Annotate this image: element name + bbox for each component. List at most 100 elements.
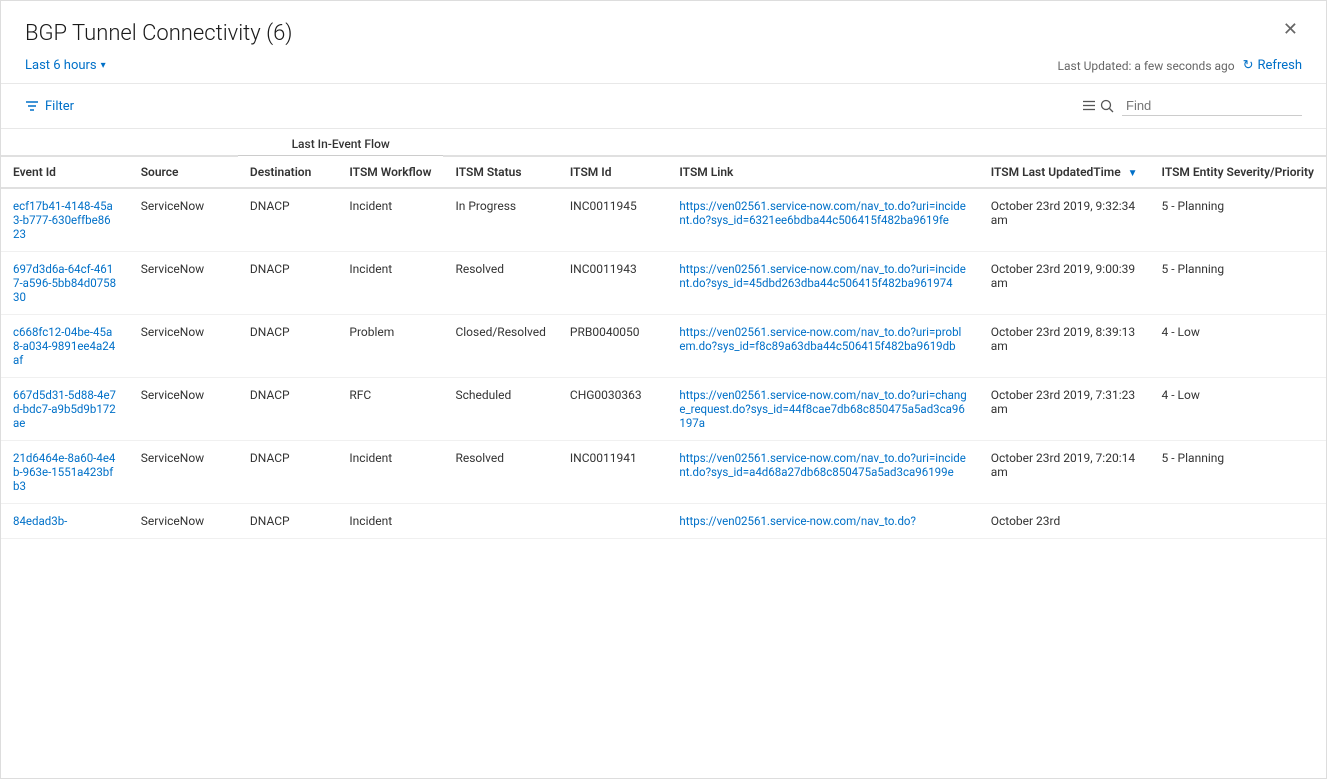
cell-itsm_id — [558, 503, 667, 538]
cell-event_id[interactable]: c668fc12-04be-45a8-a034-9891ee4a24af — [1, 314, 129, 377]
cell-itsm_last_updated: October 23rd — [979, 503, 1150, 538]
cell-itsm_workflow: Incident — [337, 503, 443, 538]
cell-itsm_link[interactable]: https://ven02561.service-now.com/nav_to.… — [667, 377, 978, 440]
cell-destination: DNACP — [238, 314, 337, 377]
last-updated-section: Last Updated: a few seconds ago ↻ Refres… — [1058, 58, 1302, 73]
cell-event_id[interactable]: 84edad3b- — [1, 503, 129, 538]
cell-itsm_last_updated: October 23rd 2019, 7:31:23 am — [979, 377, 1150, 440]
cell-itsm_status: Resolved — [443, 251, 557, 314]
cell-itsm_entity: 5 - Planning — [1150, 251, 1326, 314]
cell-itsm_status — [443, 503, 557, 538]
cell-itsm_id: INC0011943 — [558, 251, 667, 314]
cell-source: ServiceNow — [129, 251, 238, 314]
cell-itsm_workflow: Incident — [337, 251, 443, 314]
filter-label: Filter — [45, 99, 74, 114]
close-button[interactable]: ✕ — [1279, 17, 1302, 43]
cell-itsm_entity: 4 - Low — [1150, 314, 1326, 377]
cell-source: ServiceNow — [129, 377, 238, 440]
table-row: c668fc12-04be-45a8-a034-9891ee4a24afServ… — [1, 314, 1326, 377]
cell-source: ServiceNow — [129, 503, 238, 538]
cell-event_id[interactable]: 21d6464e-8a60-4e4b-963e-1551a423bfb3 — [1, 440, 129, 503]
table-row: 84edad3b-ServiceNowDNACPIncident https://… — [1, 503, 1326, 538]
cell-itsm_last_updated: October 23rd 2019, 9:32:34 am — [979, 188, 1150, 252]
refresh-button[interactable]: ↻ Refresh — [1243, 58, 1302, 73]
cell-itsm_status: Closed/Resolved — [443, 314, 557, 377]
search-input[interactable] — [1122, 96, 1302, 116]
cell-itsm_link[interactable]: https://ven02561.service-now.com/nav_to.… — [667, 440, 978, 503]
filter-icon — [25, 99, 39, 113]
cell-destination: DNACP — [238, 188, 337, 252]
cell-itsm_id: INC0011941 — [558, 440, 667, 503]
cell-itsm_link[interactable]: https://ven02561.service-now.com/nav_to.… — [667, 314, 978, 377]
cell-itsm_link[interactable]: https://ven02561.service-now.com/nav_to.… — [667, 188, 978, 252]
cell-itsm_entity: 4 - Low — [1150, 377, 1326, 440]
cell-itsm_workflow: RFC — [337, 377, 443, 440]
cell-itsm_workflow: Problem — [337, 314, 443, 377]
cell-destination: DNACP — [238, 251, 337, 314]
table-row: ecf17b41-4148-45a3-b777-630effbe8623Serv… — [1, 188, 1326, 252]
cell-itsm_last_updated: October 23rd 2019, 7:20:14 am — [979, 440, 1150, 503]
th-source: Source — [129, 156, 238, 188]
modal-title-row: BGP Tunnel Connectivity (6) ✕ — [25, 21, 1302, 46]
cell-destination: DNACP — [238, 440, 337, 503]
cell-itsm_status: In Progress — [443, 188, 557, 252]
cell-source: ServiceNow — [129, 440, 238, 503]
th-itsm-link: ITSM Link — [667, 156, 978, 188]
cell-itsm_last_updated: October 23rd 2019, 9:00:39 am — [979, 251, 1150, 314]
cell-itsm_entity — [1150, 503, 1326, 538]
cell-itsm_link[interactable]: https://ven02561.service-now.com/nav_to.… — [667, 251, 978, 314]
modal-header: BGP Tunnel Connectivity (6) ✕ Last 6 hou… — [1, 1, 1326, 84]
cell-itsm_link[interactable]: https://ven02561.service-now.com/nav_to.… — [667, 503, 978, 538]
column-headers-row: Event Id Source Destination ITSM Workflo… — [1, 156, 1326, 188]
menu-icon — [1082, 99, 1096, 113]
search-area — [1082, 96, 1302, 116]
cell-source: ServiceNow — [129, 314, 238, 377]
sort-desc-icon: ▼ — [1128, 168, 1138, 179]
th-itsm-entity: ITSM Entity Severity/Priority — [1150, 156, 1326, 188]
toolbar: Filter — [1, 84, 1326, 129]
last-updated-text: Last Updated: a few seconds ago — [1058, 59, 1235, 73]
th-destination: Destination — [238, 156, 337, 188]
th-itsm-workflow: ITSM Workflow — [337, 156, 443, 188]
time-filter-button[interactable]: Last 6 hours ▾ — [25, 58, 106, 73]
cell-itsm_id: PRB0040050 — [558, 314, 667, 377]
cell-destination: DNACP — [238, 377, 337, 440]
chevron-down-icon: ▾ — [101, 60, 106, 71]
refresh-label: Refresh — [1258, 58, 1302, 73]
cell-itsm_id: INC0011945 — [558, 188, 667, 252]
subheader-row: Last 6 hours ▾ Last Updated: a few secon… — [25, 58, 1302, 83]
cell-event_id[interactable]: ecf17b41-4148-45a3-b777-630effbe8623 — [1, 188, 129, 252]
table-row: 697d3d6a-64cf-4617-a596-5bb84d075830Serv… — [1, 251, 1326, 314]
refresh-icon: ↻ — [1243, 58, 1254, 73]
time-filter-label: Last 6 hours — [25, 58, 97, 73]
empty-group-header-right — [443, 129, 1326, 156]
cell-itsm_status: Resolved — [443, 440, 557, 503]
cell-itsm_entity: 5 - Planning — [1150, 440, 1326, 503]
cell-source: ServiceNow — [129, 188, 238, 252]
group-header-row: Last In-Event Flow — [1, 129, 1326, 156]
cell-event_id[interactable]: 667d5d31-5d88-4e7d-bdc7-a9b5d9b172ae — [1, 377, 129, 440]
cell-event_id[interactable]: 697d3d6a-64cf-4617-a596-5bb84d075830 — [1, 251, 129, 314]
cell-itsm_status: Scheduled — [443, 377, 557, 440]
search-icon — [1100, 99, 1114, 113]
cell-itsm_last_updated: October 23rd 2019, 8:39:13 am — [979, 314, 1150, 377]
cell-itsm_entity: 5 - Planning — [1150, 188, 1326, 252]
table-row: 667d5d31-5d88-4e7d-bdc7-a9b5d9b172aeServ… — [1, 377, 1326, 440]
cell-itsm_id: CHG0030363 — [558, 377, 667, 440]
cell-itsm_workflow: Incident — [337, 440, 443, 503]
modal-container: BGP Tunnel Connectivity (6) ✕ Last 6 hou… — [0, 0, 1327, 779]
table-container[interactable]: Last In-Event Flow Event Id Source Desti… — [1, 129, 1326, 539]
th-itsm-last-updated[interactable]: ITSM Last UpdatedTime ▼ — [979, 156, 1150, 188]
filter-button[interactable]: Filter — [25, 99, 74, 114]
cell-destination: DNACP — [238, 503, 337, 538]
search-menu-button[interactable] — [1082, 99, 1114, 113]
data-table: Last In-Event Flow Event Id Source Desti… — [1, 129, 1326, 539]
th-event-id: Event Id — [1, 156, 129, 188]
table-body: ecf17b41-4148-45a3-b777-630effbe8623Serv… — [1, 188, 1326, 539]
table-row: 21d6464e-8a60-4e4b-963e-1551a423bfb3Serv… — [1, 440, 1326, 503]
last-in-event-flow-header: Last In-Event Flow — [238, 129, 444, 156]
th-itsm-status: ITSM Status — [443, 156, 557, 188]
empty-group-header — [1, 129, 238, 156]
cell-itsm_workflow: Incident — [337, 188, 443, 252]
modal-title: BGP Tunnel Connectivity (6) — [25, 21, 292, 46]
